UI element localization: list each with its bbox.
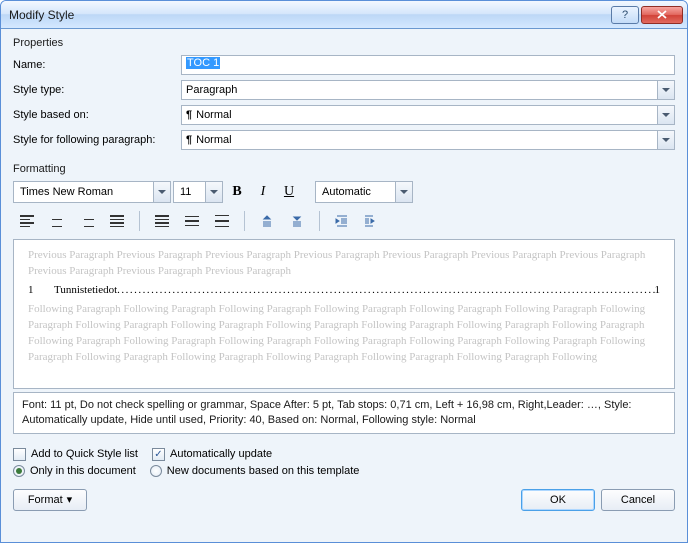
cancel-button[interactable]: Cancel <box>601 489 675 511</box>
name-input[interactable]: TOC 1 <box>181 55 675 75</box>
following-select[interactable]: ¶ Normal <box>181 130 675 150</box>
preview-sample: 1 Tunnistetiedot .......................… <box>28 283 660 299</box>
properties-group-label: Properties <box>13 37 675 49</box>
auto-update-checkbox[interactable]: Automatically update <box>152 448 272 461</box>
following-label: Style for following paragraph: <box>13 134 181 146</box>
font-size-select[interactable]: 11 <box>173 181 223 203</box>
based-on-label: Style based on: <box>13 109 181 121</box>
modify-style-dialog: Modify Style ? Properties Name: TOC 1 St… <box>0 0 688 543</box>
spacing-2-button[interactable] <box>208 209 236 233</box>
chevron-down-icon <box>657 106 674 124</box>
spacing-1-button[interactable] <box>148 209 176 233</box>
font-color-select[interactable]: Automatic <box>315 181 413 203</box>
chevron-down-icon <box>657 81 674 99</box>
chevron-down-icon <box>395 182 412 202</box>
new-docs-radio[interactable]: New documents based on this template <box>150 465 360 477</box>
align-left-button[interactable] <box>13 209 41 233</box>
add-quick-style-checkbox[interactable]: Add to Quick Style list <box>13 448 138 461</box>
indent-dec-button[interactable] <box>328 209 356 233</box>
spacing-15-button[interactable] <box>178 209 206 233</box>
chevron-down-icon: ▾ <box>67 493 73 506</box>
indent-inc-button[interactable] <box>358 209 386 233</box>
ok-button[interactable]: OK <box>521 489 595 511</box>
space-before-dec-button[interactable] <box>283 209 311 233</box>
style-description: Font: 11 pt, Do not check spelling or gr… <box>13 392 675 434</box>
preview-following: Following Paragraph Following Paragraph … <box>28 302 660 366</box>
pilcrow-icon: ¶ <box>186 109 192 121</box>
radio-checked-icon <box>13 465 25 477</box>
name-label: Name: <box>13 59 181 71</box>
italic-button[interactable]: I <box>251 181 275 203</box>
preview-previous: Previous Paragraph Previous Paragraph Pr… <box>28 248 660 280</box>
titlebar[interactable]: Modify Style ? <box>1 1 687 29</box>
align-justify-button[interactable] <box>103 209 131 233</box>
pilcrow-icon: ¶ <box>186 134 192 146</box>
font-family-select[interactable]: Times New Roman <box>13 181 171 203</box>
align-right-button[interactable] <box>73 209 101 233</box>
checkbox-icon <box>13 448 26 461</box>
help-button[interactable]: ? <box>611 6 639 24</box>
formatting-group-label: Formatting <box>13 163 675 175</box>
style-type-label: Style type: <box>13 84 181 96</box>
align-center-button[interactable] <box>43 209 71 233</box>
window-title: Modify Style <box>9 8 611 22</box>
preview-pane: Previous Paragraph Previous Paragraph Pr… <box>13 239 675 389</box>
space-before-inc-button[interactable] <box>253 209 281 233</box>
format-button[interactable]: Format ▾ <box>13 489 87 511</box>
checkbox-checked-icon <box>152 448 165 461</box>
underline-button[interactable]: U <box>277 181 301 203</box>
bold-button[interactable]: B <box>225 181 249 203</box>
chevron-down-icon <box>153 182 170 202</box>
based-on-select[interactable]: ¶ Normal <box>181 105 675 125</box>
style-type-select[interactable]: Paragraph <box>181 80 675 100</box>
only-this-doc-radio[interactable]: Only in this document <box>13 465 136 477</box>
chevron-down-icon <box>657 131 674 149</box>
close-button[interactable] <box>641 6 683 24</box>
radio-icon <box>150 465 162 477</box>
chevron-down-icon <box>205 182 222 202</box>
